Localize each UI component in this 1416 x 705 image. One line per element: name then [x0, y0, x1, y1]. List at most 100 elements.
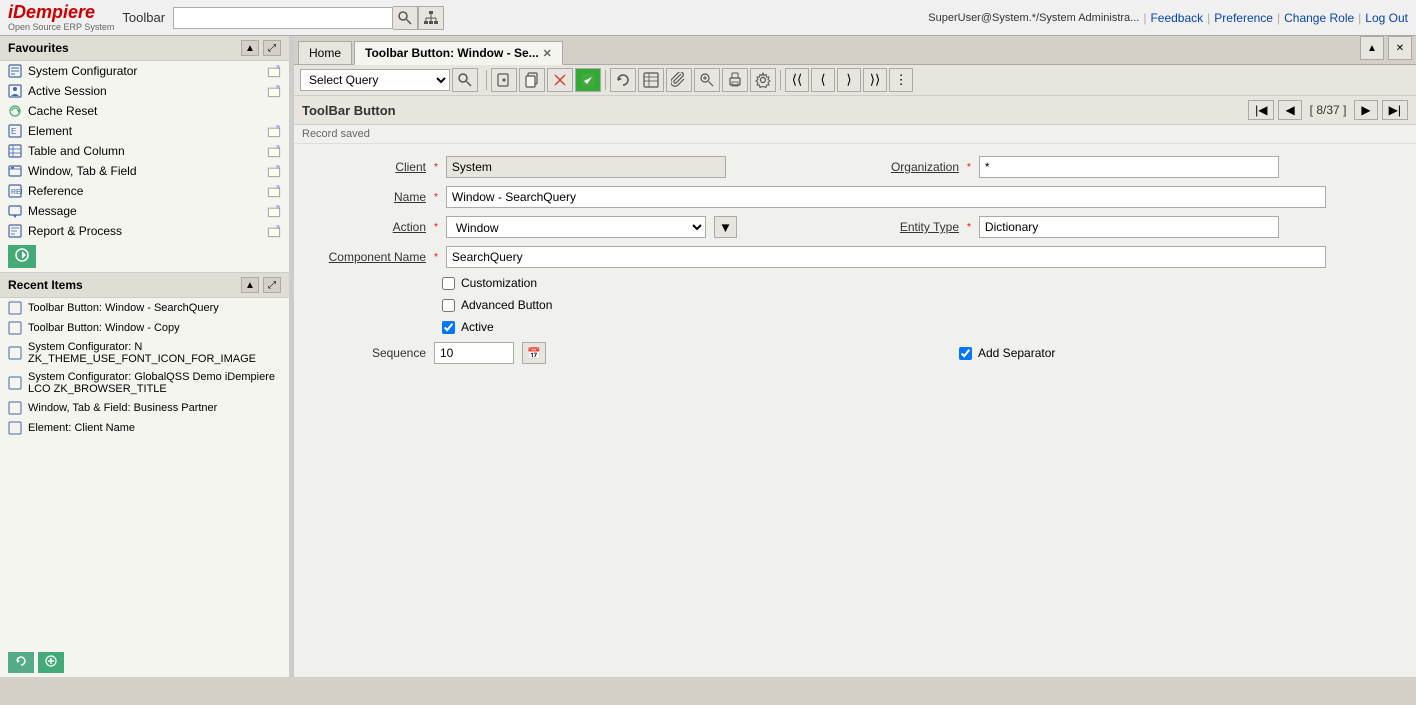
sidebar-action-btn[interactable]: [8, 245, 36, 268]
sidebar-item-report-process[interactable]: Report & Process: [0, 221, 289, 241]
new-icon2: [267, 84, 281, 98]
query-select-container: Select Query: [300, 68, 478, 92]
record-toolbar: Select Query: [294, 65, 1416, 96]
recent-item-icon: [8, 401, 22, 415]
sidebar-item-reference[interactable]: REF Reference: [0, 181, 289, 201]
action-dropdown-btn[interactable]: ▼: [714, 216, 737, 238]
action-label: Action: [306, 220, 426, 234]
refresh-icon: [14, 247, 30, 263]
delete-record-btn[interactable]: [547, 68, 573, 92]
new-record-btn[interactable]: [491, 68, 517, 92]
user-info: SuperUser@System.*/System Administra...: [928, 12, 1139, 24]
copy-record-btn[interactable]: [519, 68, 545, 92]
favourites-collapse-btn[interactable]: ▲: [241, 40, 259, 56]
zoom-btn[interactable]: [694, 68, 720, 92]
next-last-btn[interactable]: ⟩⟩: [863, 68, 887, 92]
tabs-collapse-btn[interactable]: ▲: [1360, 36, 1384, 60]
sidebar-item-label: Report & Process: [28, 224, 122, 238]
sidebar-item-system-configurator[interactable]: System Configurator: [0, 61, 289, 81]
form-row-client-org: Client * Organization *: [306, 156, 1404, 178]
sequence-calendar-btn[interactable]: 📅: [522, 342, 546, 364]
recent-items-title: Recent Items: [8, 278, 83, 292]
tab-toolbar-button[interactable]: Toolbar Button: Window - Se... ✕: [354, 41, 563, 65]
tab-home[interactable]: Home: [298, 41, 352, 64]
recent-item-1[interactable]: Toolbar Button: Window - Copy: [0, 318, 289, 338]
save-record-btn[interactable]: [575, 68, 601, 92]
query-search-btn[interactable]: [452, 68, 478, 92]
query-select-dropdown[interactable]: Select Query: [300, 69, 450, 91]
record-status: Record saved: [294, 125, 1416, 144]
sidebar-item-cache-reset[interactable]: Cache Reset: [0, 101, 289, 121]
nav-next-btn[interactable]: ▶: [1354, 100, 1377, 120]
new-icon6: [267, 184, 281, 198]
search-button[interactable]: [393, 6, 418, 30]
sidebar-item-label: Window, Tab & Field: [28, 164, 137, 178]
preference-link[interactable]: Preference: [1214, 11, 1273, 25]
favourites-expand-btn[interactable]: ⤢: [263, 40, 281, 56]
recent-item-5[interactable]: Element: Client Name: [0, 418, 289, 438]
sidebar-item-active-session[interactable]: Active Session: [0, 81, 289, 101]
print-btn[interactable]: [722, 68, 748, 92]
name-input[interactable]: [446, 186, 1326, 208]
recent-items-header: Recent Items ▲ ⤢: [0, 273, 289, 298]
org-input[interactable]: [979, 156, 1279, 178]
sidebar-item-label: Cache Reset: [28, 104, 97, 118]
grid-view-btn[interactable]: [638, 68, 664, 92]
checkbox-row-customization: Customization: [306, 276, 1404, 290]
recent-add-btn[interactable]: [38, 652, 64, 673]
log-out-link[interactable]: Log Out: [1365, 11, 1408, 25]
customization-checkbox[interactable]: [442, 277, 455, 290]
recent-item-2[interactable]: System Configurator: N ZK_THEME_USE_FONT…: [0, 338, 289, 368]
more-btn[interactable]: ⋮: [889, 68, 913, 92]
attachment-btn[interactable]: [666, 68, 692, 92]
tab-home-label: Home: [309, 46, 341, 60]
sidebar-item-window-tab-field[interactable]: Window, Tab & Field: [0, 161, 289, 181]
entity-type-label: Entity Type: [859, 220, 959, 234]
change-role-link[interactable]: Change Role: [1284, 11, 1354, 25]
org-tree-button[interactable]: [418, 6, 444, 30]
recent-item-3[interactable]: System Configurator: GlobalQSS Demo iDem…: [0, 368, 289, 398]
entity-type-input[interactable]: [979, 216, 1279, 238]
refresh-btn[interactable]: [610, 68, 636, 92]
feedback-link[interactable]: Feedback: [1150, 11, 1203, 25]
prev-btn[interactable]: ⟨: [811, 68, 835, 92]
next-btn[interactable]: ⟩: [837, 68, 861, 92]
tab-close-btn[interactable]: ✕: [543, 47, 552, 60]
nav-first-btn[interactable]: |◀: [1248, 100, 1274, 120]
form-col-entity-type: Entity Type *: [859, 216, 1404, 238]
sidebar-item-element[interactable]: E Element: [0, 121, 289, 141]
advanced-button-checkbox[interactable]: [442, 299, 455, 312]
sequence-input[interactable]: [434, 342, 514, 364]
delete-record-icon: [552, 72, 568, 88]
prev-first-btn[interactable]: ⟨⟨: [785, 68, 809, 92]
recent-collapse-btn[interactable]: ▲: [241, 277, 259, 293]
name-label: Name: [306, 190, 426, 204]
search-input[interactable]: [173, 7, 393, 29]
sidebar-item-label: Table and Column: [28, 144, 125, 158]
org-asterisk: *: [967, 162, 971, 173]
nav-last-btn[interactable]: ▶|: [1382, 100, 1408, 120]
sequence-label: Sequence: [306, 346, 426, 360]
component-name-input[interactable]: [446, 246, 1326, 268]
sidebar-item-label: Message: [28, 204, 77, 218]
recent-item-4[interactable]: Window, Tab & Field: Business Partner: [0, 398, 289, 418]
record-title: ToolBar Button: [302, 103, 396, 118]
recent-refresh-btn[interactable]: [8, 652, 34, 673]
nav-prev-btn[interactable]: ◀: [1278, 100, 1301, 120]
element-icon: E: [8, 124, 22, 138]
recent-item-0[interactable]: Toolbar Button: Window - SearchQuery: [0, 298, 289, 318]
record-nav: |◀ ◀ [ 8/37 ] ▶ ▶|: [1248, 100, 1408, 120]
recent-expand-btn[interactable]: ⤢: [263, 277, 281, 293]
app-logo: iDempiere Open Source ERP System: [8, 2, 114, 33]
tabs-menu-btn[interactable]: ✕: [1388, 36, 1412, 60]
action-select[interactable]: Window: [446, 216, 706, 238]
sidebar-item-label: Element: [28, 124, 72, 138]
add-separator-checkbox[interactable]: [959, 347, 972, 360]
active-checkbox[interactable]: [442, 321, 455, 334]
client-input[interactable]: [446, 156, 726, 178]
form-row-action-entity: Action * Window ▼ Entity Type *: [306, 216, 1404, 238]
sidebar-item-message[interactable]: Message: [0, 201, 289, 221]
sidebar-item-table-column[interactable]: Table and Column: [0, 141, 289, 161]
settings-btn[interactable]: [750, 68, 776, 92]
table-icon: [8, 144, 22, 158]
